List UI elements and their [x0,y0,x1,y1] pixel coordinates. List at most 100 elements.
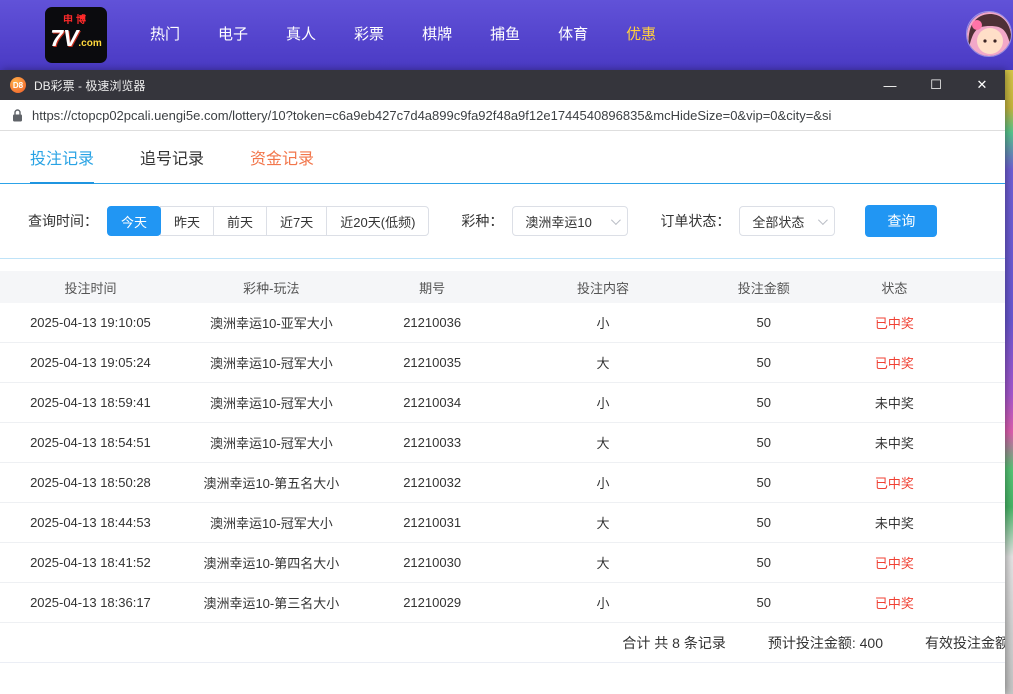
cell-game: 澳洲幸运10-冠军大小 [181,353,362,372]
cell-issue: 21210032 [362,475,503,490]
column-header-status: 状态 [824,278,965,297]
table-footer: 合计 共 8 条记录 预计投注金额: 400 有效投注金额 [0,623,1005,663]
cell-issue: 21210030 [362,555,503,570]
cell-content: 大 [502,353,703,372]
nav-item-live[interactable]: 真人 [267,0,335,70]
status-badge: 已中奖 [824,553,965,572]
cell-issue: 21210035 [362,355,503,370]
window-controls: — ☐ ✕ [867,70,1005,100]
cell-game: 澳洲幸运10-冠军大小 [181,433,362,452]
query-button[interactable]: 查询 [865,205,937,237]
cell-amount: 50 [703,435,824,450]
cell-time: 2025-04-13 18:59:41 [0,395,181,410]
site-top-nav: 申博 7V.com 热门 电子 真人 彩票 棋牌 捕鱼 体育 优惠 [0,0,1013,70]
filter-bar: 查询时间： 今天 昨天 前天 近7天 近20天(低频) 彩种： 澳洲幸运10 订… [0,184,1005,259]
time-filter-today[interactable]: 今天 [107,206,161,236]
cell-issue: 21210029 [362,595,503,610]
cell-content: 大 [502,513,703,532]
table-row: 2025-04-13 18:50:28 澳洲幸运10-第五名大小 2121003… [0,463,1005,503]
table-row: 2025-04-13 18:44:53 澳洲幸运10-冠军大小 21210031… [0,503,1005,543]
cell-issue: 21210031 [362,515,503,530]
table-row: 2025-04-13 18:54:51 澳洲幸运10-冠军大小 21210033… [0,423,1005,463]
cell-amount: 50 [703,595,824,610]
order-status-label: 订单状态： [660,211,730,231]
nav-item-chess[interactable]: 棋牌 [403,0,471,70]
column-header-amount: 投注金额 [703,278,824,297]
address-bar: https://ctopcp02pcali.uengi5e.com/lotter… [0,100,1005,131]
tab-chase-records[interactable]: 追号记录 [140,131,204,184]
time-filter-last-20-days[interactable]: 近20天(低频) [326,206,429,236]
time-filter-last-7-days[interactable]: 近7天 [266,206,327,236]
status-badge: 已中奖 [824,353,965,372]
cell-amount: 50 [703,395,824,410]
cell-game: 澳洲幸运10-第三名大小 [181,593,362,612]
cell-amount: 50 [703,555,824,570]
cell-content: 大 [502,433,703,452]
url-text[interactable]: https://ctopcp02pcali.uengi5e.com/lotter… [32,108,831,123]
tab-fund-records[interactable]: 资金记录 [250,131,314,184]
record-count: 合计 共 8 条记录 [622,633,725,653]
table-row: 2025-04-13 18:59:41 澳洲幸运10-冠军大小 21210034… [0,383,1005,423]
cell-content: 大 [502,553,703,572]
column-header-content: 投注内容 [502,278,703,297]
time-filter-yesterday[interactable]: 昨天 [160,206,214,236]
status-badge: 已中奖 [824,473,965,492]
minimize-button[interactable]: — [867,70,913,100]
logo-main-text: 7V.com [50,27,101,55]
maximize-button[interactable]: ☐ [913,70,959,100]
window-title: DB彩票 - 极速浏览器 [34,77,145,94]
column-header-game: 彩种-玩法 [181,278,362,297]
cell-amount: 50 [703,355,824,370]
cell-issue: 21210034 [362,395,503,410]
avatar[interactable] [966,11,1012,57]
cell-game: 澳洲幸运10-第四名大小 [181,553,362,572]
status-badge: 已中奖 [824,313,965,332]
cell-content: 小 [502,393,703,412]
time-filter-group: 今天 昨天 前天 近7天 近20天(低频) [107,206,429,236]
nav-item-promo[interactable]: 优惠 [607,0,675,70]
lottery-type-label: 彩种： [461,211,503,231]
column-header-time: 投注时间 [0,278,181,297]
cell-time: 2025-04-13 18:50:28 [0,475,181,490]
chevron-down-icon [611,215,621,225]
browser-window: D8 DB彩票 - 极速浏览器 — ☐ ✕ https://ctopcp02pc… [0,70,1005,694]
status-badge: 未中奖 [824,393,965,412]
valid-amount: 有效投注金额 [925,633,1005,653]
time-filter-day-before[interactable]: 前天 [213,206,267,236]
lottery-select-value: 澳洲幸运10 [525,212,591,231]
cell-game: 澳洲幸运10-冠军大小 [181,393,362,412]
nav-item-hot[interactable]: 热门 [131,0,199,70]
app-favicon-icon: D8 [10,77,26,93]
status-badge: 未中奖 [824,513,965,532]
cell-amount: 50 [703,515,824,530]
nav-item-lottery[interactable]: 彩票 [335,0,403,70]
table-row: 2025-04-13 18:36:17 澳洲幸运10-第三名大小 2121002… [0,583,1005,623]
table-row: 2025-04-13 19:05:24 澳洲幸运10-冠军大小 21210035… [0,343,1005,383]
nav-item-fishing[interactable]: 捕鱼 [471,0,539,70]
cell-time: 2025-04-13 19:05:24 [0,355,181,370]
lottery-select[interactable]: 澳洲幸运10 [512,206,628,236]
nav-item-slots[interactable]: 电子 [199,0,267,70]
tab-bet-records[interactable]: 投注记录 [30,131,94,184]
table-row: 2025-04-13 18:41:52 澳洲幸运10-第四名大小 2121003… [0,543,1005,583]
cell-time: 2025-04-13 18:44:53 [0,515,181,530]
cell-content: 小 [502,473,703,492]
site-logo[interactable]: 申博 7V.com [45,7,107,63]
cell-game: 澳洲幸运10-第五名大小 [181,473,362,492]
cell-time: 2025-04-13 18:54:51 [0,435,181,450]
expected-amount: 预计投注金额: 400 [768,633,883,653]
close-button[interactable]: ✕ [959,70,1005,100]
cell-content: 小 [502,313,703,332]
table-header: 投注时间 彩种-玩法 期号 投注内容 投注金额 状态 [0,271,1005,303]
avatar-image [967,12,1012,57]
cell-issue: 21210036 [362,315,503,330]
table-row: 2025-04-13 19:10:05 澳洲幸运10-亚军大小 21210036… [0,303,1005,343]
site-nav-menu: 热门 电子 真人 彩票 棋牌 捕鱼 体育 优惠 [131,0,675,70]
background-page-strip [1005,70,1013,694]
cell-amount: 50 [703,475,824,490]
cell-game: 澳洲幸运10-冠军大小 [181,513,362,532]
order-status-value: 全部状态 [752,212,804,231]
cell-amount: 50 [703,315,824,330]
order-status-select[interactable]: 全部状态 [739,206,835,236]
nav-item-sports[interactable]: 体育 [539,0,607,70]
